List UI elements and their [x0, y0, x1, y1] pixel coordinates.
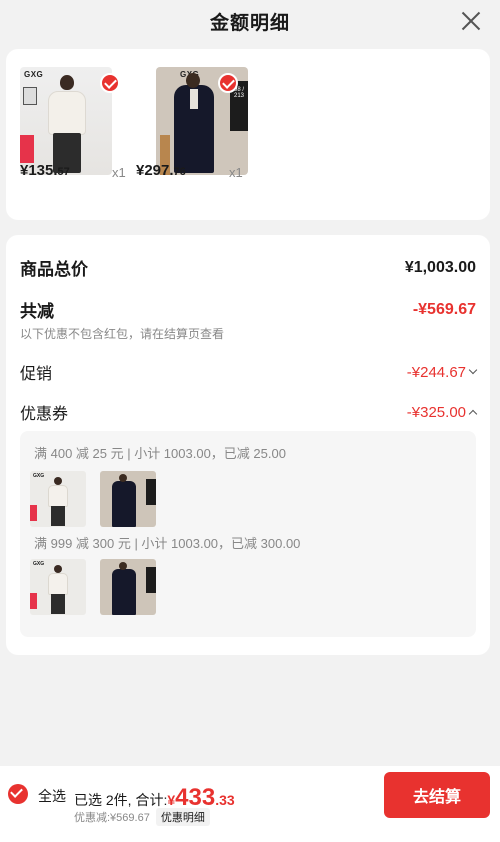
price-decimal: 57 [57, 166, 70, 178]
product-checkbox[interactable] [100, 73, 120, 93]
total-decimal: .33 [215, 792, 235, 808]
close-icon[interactable] [458, 8, 484, 34]
product-qty: x1 [112, 165, 126, 180]
promo-tag [30, 593, 37, 609]
promo-value: -¥244.67 [406, 363, 466, 381]
coupon-label: 优惠券 [20, 406, 69, 423]
select-all-label[interactable]: 全选 [38, 786, 66, 806]
promo-row[interactable]: 促销 -¥244.67 [20, 360, 478, 384]
product-price: ¥297.76 [136, 162, 186, 179]
tag-icon [23, 87, 37, 105]
brand-logo: GXG [33, 561, 45, 567]
discount-detail-button[interactable]: 优惠明细 [155, 808, 210, 826]
reduce-row: 共减 -¥569.67 [20, 297, 476, 322]
promo-value-wrap: -¥244.67 [406, 363, 478, 381]
product-thumbnail: GXG [30, 471, 86, 527]
reduce-note: 以下优惠不包含红包，请在结算页查看 [20, 327, 225, 341]
model-sweater [48, 573, 68, 595]
chevron-down-icon[interactable] [468, 365, 478, 375]
model-coat [112, 569, 136, 615]
model-coat [112, 481, 136, 527]
model-sweater [48, 91, 86, 135]
product-qty: x1 [229, 165, 243, 180]
chevron-up-icon[interactable] [468, 409, 478, 418]
promo-tag [30, 505, 37, 521]
header: 金额明细 [0, 0, 500, 42]
size-tag [146, 479, 156, 505]
selected-text: 已选 2件, 合计: [74, 792, 168, 808]
page-title: 金额明细 [209, 12, 290, 34]
coupon-value-wrap: -¥325.00 [406, 403, 478, 421]
total-value: ¥1,003.00 [404, 258, 476, 276]
discount-text: 优惠减:¥569.67 [74, 812, 150, 824]
price-decimal: 76 [173, 166, 186, 178]
product-image[interactable]: GXG [20, 67, 112, 175]
coupon-value: -¥325.00 [406, 403, 466, 421]
price-integer: ¥135. [20, 162, 58, 179]
product-thumbnail [100, 471, 156, 527]
model-sweater [48, 485, 68, 507]
model-pants [51, 506, 65, 526]
model-head [60, 75, 74, 90]
coupon-rule: 满 400 减 25 元 | 小计 1003.00，已减 25.00 [34, 446, 286, 461]
total-label: 商品总价 [20, 260, 88, 279]
product-thumbnail [100, 559, 156, 615]
model-head [119, 474, 127, 482]
product-item[interactable]: GXG [20, 67, 112, 175]
promo-tag [20, 135, 34, 163]
amount-detail-card: 商品总价 ¥1,003.00 共减 -¥569.67 以下优惠不包含红包，请在结… [6, 235, 490, 655]
brand-logo: GXG [24, 70, 44, 79]
model-head [119, 562, 127, 570]
coupon-detail-box: 满 400 减 25 元 | 小计 1003.00，已减 25.00 GXG 满… [20, 431, 476, 637]
product-price: ¥135.57 [20, 162, 70, 179]
total-currency: ¥ [167, 792, 176, 808]
product-checkbox[interactable] [218, 73, 238, 93]
model-head [186, 73, 200, 88]
checkout-button[interactable]: 去结算 [384, 772, 490, 818]
reduce-value: -¥569.67 [412, 300, 476, 318]
model-scarf [190, 89, 198, 109]
checkout-bar: 全选 已选 2件, 合计: ¥ 433 .33 优惠减:¥569.67 优惠明细… [0, 766, 500, 842]
model-head [54, 477, 62, 485]
promo-label: 促销 [20, 366, 53, 383]
size-tag [146, 567, 156, 593]
product-card: GXG ¥135.57 x1 GXG 98 / 213 ¥297.76 x1 [6, 49, 490, 220]
model-head [54, 565, 62, 573]
select-all-checkbox[interactable] [8, 784, 28, 804]
total-row: 商品总价 ¥1,003.00 [20, 255, 476, 280]
price-integer: ¥297. [136, 162, 174, 179]
coupon-row[interactable]: 优惠券 -¥325.00 [20, 400, 478, 424]
discount-summary: 优惠减:¥569.67 优惠明细 [74, 808, 210, 826]
reduce-label: 共减 [20, 302, 54, 321]
model-pants [51, 594, 65, 614]
product-thumbnail: GXG [30, 559, 86, 615]
brand-logo: GXG [33, 473, 45, 479]
coupon-rule: 满 999 减 300 元 | 小计 1003.00，已减 300.00 [34, 536, 301, 551]
